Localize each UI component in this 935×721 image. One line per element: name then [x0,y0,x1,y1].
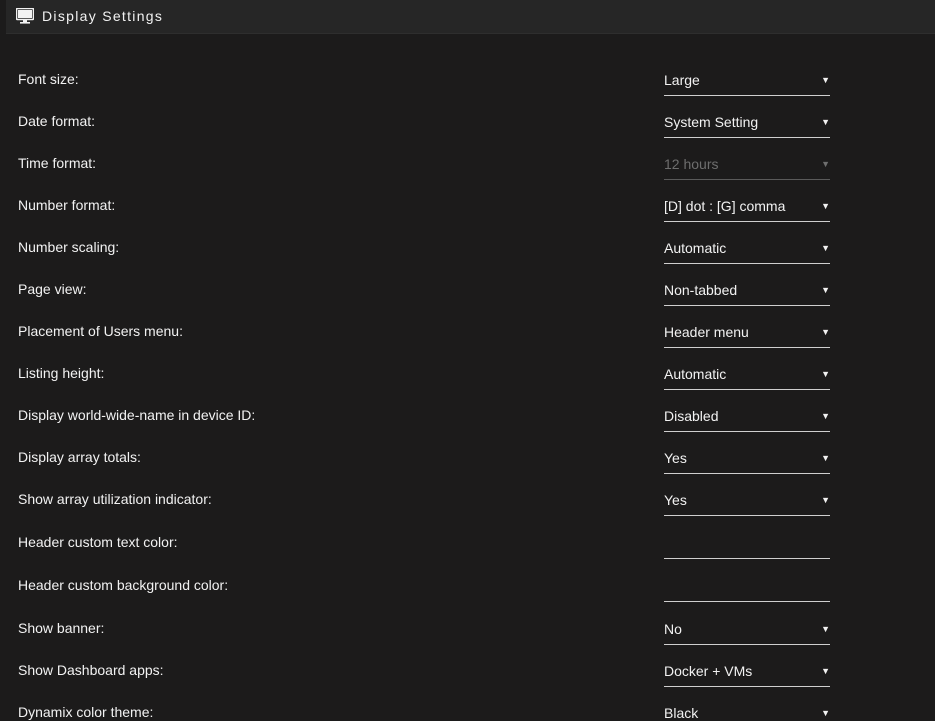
setting-label: Display array totals: [18,449,141,465]
select-value: Automatic [664,366,727,382]
utilization-indicator-select[interactable]: Yes ▼ [664,492,830,516]
setting-label: Show array utilization indicator: [18,491,212,507]
select-value: Non-tabbed [664,282,738,298]
setting-label: Date format: [18,113,96,129]
date-format-select[interactable]: System Setting ▼ [664,114,830,138]
setting-label: Page view: [18,281,87,297]
section-header: Display Settings [6,0,935,34]
select-value: Large [664,72,700,88]
select-value: Black [664,705,699,721]
setting-label: Header custom background color: [18,577,229,593]
caret-down-icon: ▼ [821,495,830,505]
select-value: 12 hours [664,156,719,172]
page-view-select[interactable]: Non-tabbed ▼ [664,282,830,306]
number-scaling-select[interactable]: Automatic ▼ [664,240,830,264]
setting-row-array-totals: Display array totals: Yes ▼ [0,436,935,478]
setting-label: Number scaling: [18,239,120,255]
show-banner-select[interactable]: No ▼ [664,621,830,645]
setting-label: Show Dashboard apps: [18,662,164,678]
setting-row-users-menu: Placement of Users menu: Header menu ▼ [0,310,935,352]
setting-row-header-text-color: Header custom text color: [0,521,935,564]
setting-row-date-format: Date format: System Setting ▼ [0,100,935,142]
setting-label: Dynamix color theme: [18,704,154,720]
font-size-select[interactable]: Large ▼ [664,72,830,96]
select-value: Yes [664,492,687,508]
setting-row-wwn: Display world-wide-name in device ID: Di… [0,394,935,436]
caret-down-icon: ▼ [821,411,830,421]
caret-down-icon: ▼ [821,666,830,676]
setting-row-utilization: Show array utilization indicator: Yes ▼ [0,478,935,521]
select-value: Yes [664,450,687,466]
setting-row-font-size: Font size: Large ▼ [0,58,935,100]
setting-row-listing-height: Listing height: Automatic ▼ [0,352,935,394]
setting-row-number-scaling: Number scaling: Automatic ▼ [0,226,935,268]
setting-label: Number format: [18,197,116,213]
caret-down-icon: ▼ [821,453,830,463]
caret-down-icon: ▼ [821,369,830,379]
select-value: [D] dot : [G] comma [664,198,786,214]
caret-down-icon: ▼ [821,75,830,85]
caret-down-icon: ▼ [821,327,830,337]
caret-down-icon: ▼ [821,201,830,211]
dashboard-apps-select[interactable]: Docker + VMs ▼ [664,663,830,687]
caret-down-icon: ▼ [821,117,830,127]
setting-label: Display world-wide-name in device ID: [18,407,256,423]
time-format-select: 12 hours ▼ [664,156,830,180]
header-background-color-input[interactable] [664,578,830,602]
setting-label: Listing height: [18,365,105,381]
array-totals-select[interactable]: Yes ▼ [664,450,830,474]
setting-row-number-format: Number format: [D] dot : [G] comma ▼ [0,184,935,226]
setting-row-color-theme: Dynamix color theme: Black ▼ [0,691,935,721]
setting-row-page-view: Page view: Non-tabbed ▼ [0,268,935,310]
settings-form: Font size: Large ▼ Date format: System S… [0,58,935,721]
setting-row-time-format: Time format: 12 hours ▼ [0,142,935,184]
header-text-color-input[interactable] [664,535,830,559]
wwn-device-id-select[interactable]: Disabled ▼ [664,408,830,432]
setting-row-dashboard-apps: Show Dashboard apps: Docker + VMs ▼ [0,649,935,691]
select-value: No [664,621,682,637]
section-title: Display Settings [42,8,164,24]
setting-label: Font size: [18,71,79,87]
caret-down-icon: ▼ [821,159,830,169]
number-format-select[interactable]: [D] dot : [G] comma ▼ [664,198,830,222]
monitor-icon [16,8,34,24]
select-value: System Setting [664,114,759,130]
setting-row-banner: Show banner: No ▼ [0,607,935,649]
caret-down-icon: ▼ [821,243,830,253]
select-value: Header menu [664,324,749,340]
caret-down-icon: ▼ [821,708,830,718]
select-value: Automatic [664,240,727,256]
setting-label: Header custom text color: [18,534,178,550]
setting-row-header-bg-color: Header custom background color: [0,564,935,607]
setting-label: Show banner: [18,620,105,636]
listing-height-select[interactable]: Automatic ▼ [664,366,830,390]
users-menu-placement-select[interactable]: Header menu ▼ [664,324,830,348]
setting-label: Time format: [18,155,97,171]
select-value: Docker + VMs [664,663,753,679]
setting-label: Placement of Users menu: [18,323,183,339]
caret-down-icon: ▼ [821,285,830,295]
color-theme-select[interactable]: Black ▼ [664,705,830,721]
caret-down-icon: ▼ [821,624,830,634]
select-value: Disabled [664,408,719,424]
